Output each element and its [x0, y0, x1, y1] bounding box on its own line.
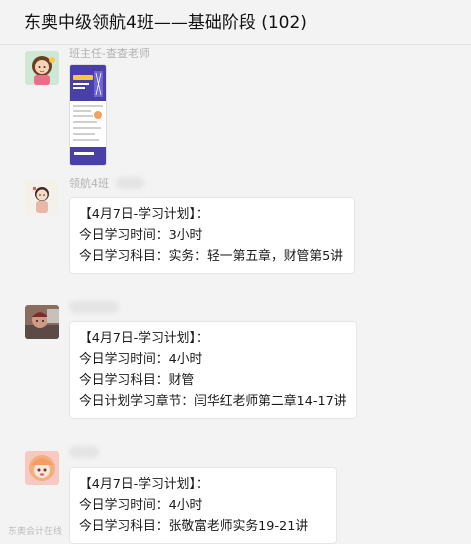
message-line: 今日学习时间：4小时 [79, 352, 203, 367]
chat-title: 东奥中级领航4班——基础阶段 (102) [24, 13, 307, 33]
message-line: 今日学习科目：实务：轻一第五章，财管第5讲 [79, 249, 344, 264]
sender-name: 班主任-查查老师 [69, 47, 150, 60]
blurred-sender-suffix [116, 177, 144, 189]
message-bubble[interactable]: 【4月7日-学习计划】： 今日学习时间：3小时 今日学习科目：实务：轻一第五章，… [69, 197, 355, 274]
blurred-sender-name [69, 446, 99, 458]
message-line: 今日学习时间：4小时 [79, 498, 203, 513]
message-line: 【4月7日-学习计划】： [79, 331, 209, 346]
photo-avatar-icon[interactable] [25, 305, 59, 339]
cartoon-avatar-icon[interactable] [25, 181, 59, 215]
watermark: 东奥会计在线 [8, 527, 63, 537]
message-line: 今日计划学习章节：闫华红老师第二章14-17讲 [79, 394, 347, 409]
girl-cartoon-avatar-icon[interactable] [25, 51, 59, 85]
message-bubble[interactable]: 【4月7日-学习计划】： 今日学习时间：4小时 今日学习科目：张敬富老师实务19… [69, 467, 337, 544]
message-line: 今日学习科目：财管 [79, 373, 195, 388]
message-line: 今日学习科目：张敬富老师实务19-21讲 [79, 519, 309, 534]
message-line: 【4月7日-学习计划】： [79, 477, 209, 492]
shared-image-thumbnail[interactable] [69, 64, 107, 166]
sender-name: 领航4班 [69, 177, 109, 190]
message-line: 【4月7日-学习计划】： [79, 207, 209, 222]
chat-header: 东奥中级领航4班——基础阶段 (102) [0, 0, 471, 45]
blurred-sender-name [69, 301, 119, 313]
message-line: 今日学习时间：3小时 [79, 228, 203, 243]
message-bubble[interactable]: 【4月7日-学习计划】： 今日学习时间：4小时 今日学习科目：财管 今日计划学习… [69, 321, 357, 419]
anime-girl-avatar-icon[interactable] [25, 451, 59, 485]
